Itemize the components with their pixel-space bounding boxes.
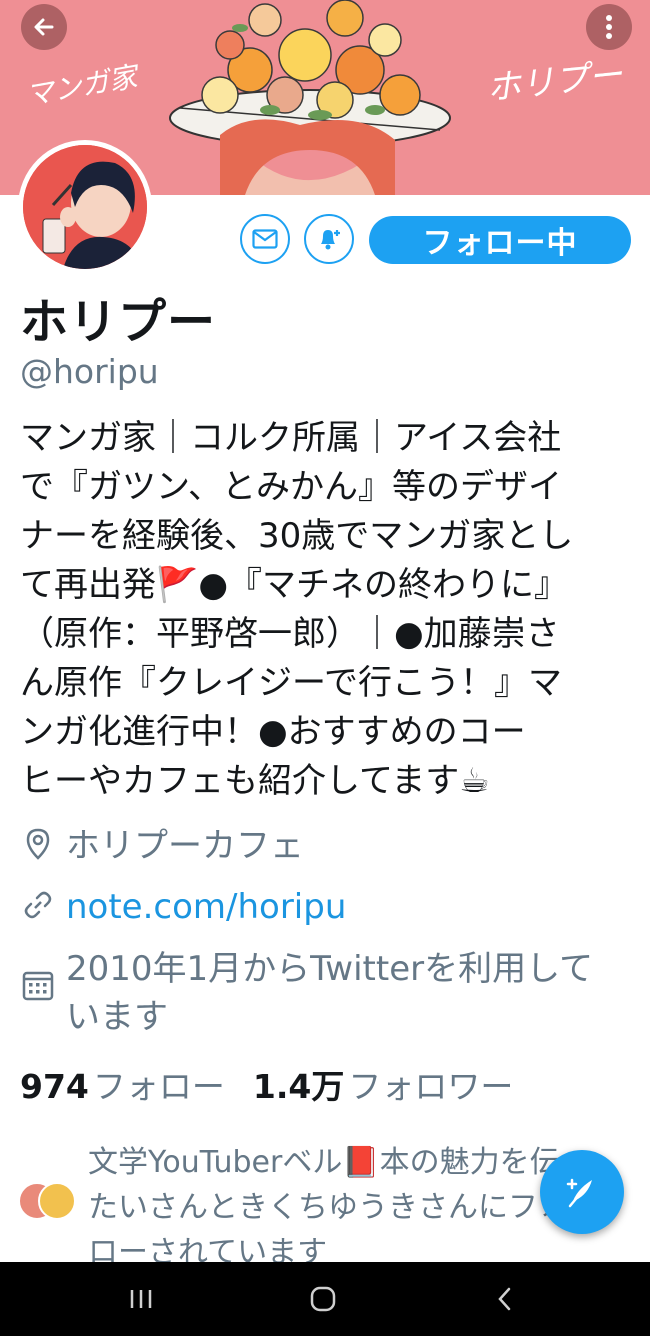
profile-avatar[interactable] bbox=[18, 140, 152, 274]
home-circle-icon bbox=[310, 1286, 336, 1312]
message-button[interactable] bbox=[240, 214, 290, 264]
system-back-button[interactable] bbox=[485, 1279, 525, 1319]
bio-line: て再出発🚩●『マチネの終わりに』 bbox=[20, 565, 568, 605]
location-pin-icon bbox=[26, 828, 50, 860]
display-name: ホリプー bbox=[20, 294, 217, 350]
envelope-icon bbox=[252, 229, 278, 249]
notifications-button[interactable] bbox=[304, 214, 354, 264]
compose-feather-icon bbox=[566, 1178, 592, 1208]
follower-avatars bbox=[18, 1182, 78, 1222]
chevron-left-icon bbox=[498, 1287, 511, 1311]
bell-plus-icon bbox=[321, 230, 340, 250]
following-stat[interactable]: 974 フォロー bbox=[20, 1067, 225, 1106]
followers-count: 1.4万 bbox=[252, 1067, 345, 1106]
back-button[interactable] bbox=[21, 4, 67, 50]
followers-stat[interactable]: 1.4万 フォロワー bbox=[253, 1067, 513, 1106]
link-icon bbox=[24, 891, 52, 919]
location-row: ホリプーカフェ bbox=[20, 822, 304, 870]
avatar-illustration bbox=[23, 145, 147, 269]
banner-left-text: マンガ家 bbox=[23, 59, 143, 112]
joined-line: 2010年1月からTwitterを利用して bbox=[66, 949, 594, 989]
followed-by-line: 文学YouTuberベル📕本の魅力を伝え bbox=[88, 1145, 568, 1180]
followed-by-text: 文学YouTuberベル📕本の魅力を伝え たいさんときくちゆうきさんにフォ ロー… bbox=[88, 1140, 568, 1275]
joined-line: います bbox=[66, 997, 168, 1037]
followers-label: フォロワー bbox=[348, 1067, 514, 1106]
bio-line: ナーを経験後、30歳でマンガ家とし bbox=[20, 516, 574, 556]
location-text: ホリプーカフェ bbox=[66, 826, 304, 866]
profile-bio: マンガ家｜コルク所属｜アイス会社 で『ガツン、とみかん』等のデザイ ナーを経験後… bbox=[20, 414, 620, 806]
follower-avatar bbox=[38, 1182, 76, 1220]
bio-line: ヒーやカフェも紹介してます☕ bbox=[20, 761, 490, 801]
bio-line: で『ガツン、とみかん』等のデザイ bbox=[20, 467, 562, 507]
joined-text: 2010年1月からTwitterを利用して います bbox=[66, 945, 593, 1041]
banner-right-text: ホリプー bbox=[485, 55, 625, 109]
following-label: フォロー bbox=[92, 1067, 225, 1106]
url-row: note.com/horipu bbox=[20, 883, 346, 931]
bio-line: （原作：平野啓一郎）｜●加藤崇さ bbox=[20, 614, 560, 654]
more-vertical-icon bbox=[606, 15, 612, 39]
recent-apps-button[interactable] bbox=[121, 1279, 161, 1319]
followed-by-line: たいさんときくちゆうきさんにフォ bbox=[88, 1190, 568, 1225]
profile-link[interactable]: note.com/horipu bbox=[66, 883, 346, 931]
calendar-icon bbox=[22, 971, 54, 1001]
more-options-button[interactable] bbox=[586, 4, 632, 50]
bio-line: ンガ化進行中！●おすすめのコー bbox=[20, 712, 526, 752]
compose-tweet-button[interactable] bbox=[540, 1150, 624, 1234]
joined-row: 2010年1月からTwitterを利用して います bbox=[20, 945, 630, 1041]
bio-line: ん原作『クレイジーで行こう！』マ bbox=[20, 663, 562, 703]
following-button[interactable]: フォロー中 bbox=[369, 216, 631, 264]
bio-line: マンガ家｜コルク所属｜アイス会社 bbox=[20, 418, 562, 458]
recent-apps-icon bbox=[130, 1290, 152, 1308]
following-count: 974 bbox=[20, 1067, 89, 1106]
user-handle: @horipu bbox=[20, 352, 159, 391]
home-button[interactable] bbox=[303, 1279, 343, 1319]
arrow-left-icon bbox=[34, 18, 54, 36]
system-navigation-bar bbox=[0, 1262, 650, 1336]
follow-stats: 974 フォロー 1.4万 フォロワー bbox=[20, 1060, 513, 1108]
